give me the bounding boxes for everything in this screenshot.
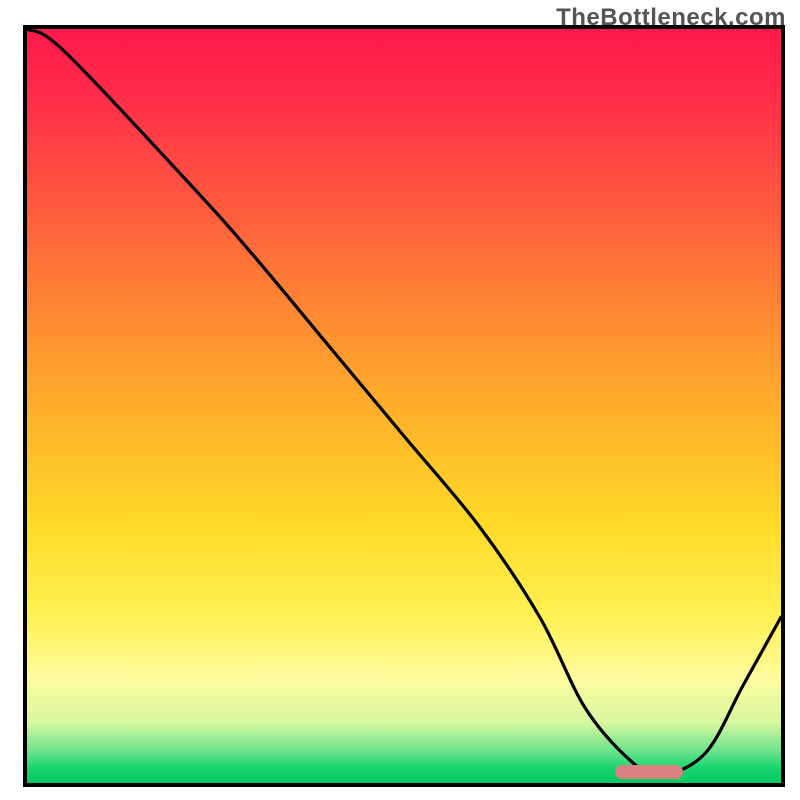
chart-frame: TheBottleneck.com xyxy=(0,0,800,800)
bottleneck-curve xyxy=(27,29,781,783)
plot-area xyxy=(23,25,785,787)
optimal-range-marker xyxy=(615,765,683,779)
